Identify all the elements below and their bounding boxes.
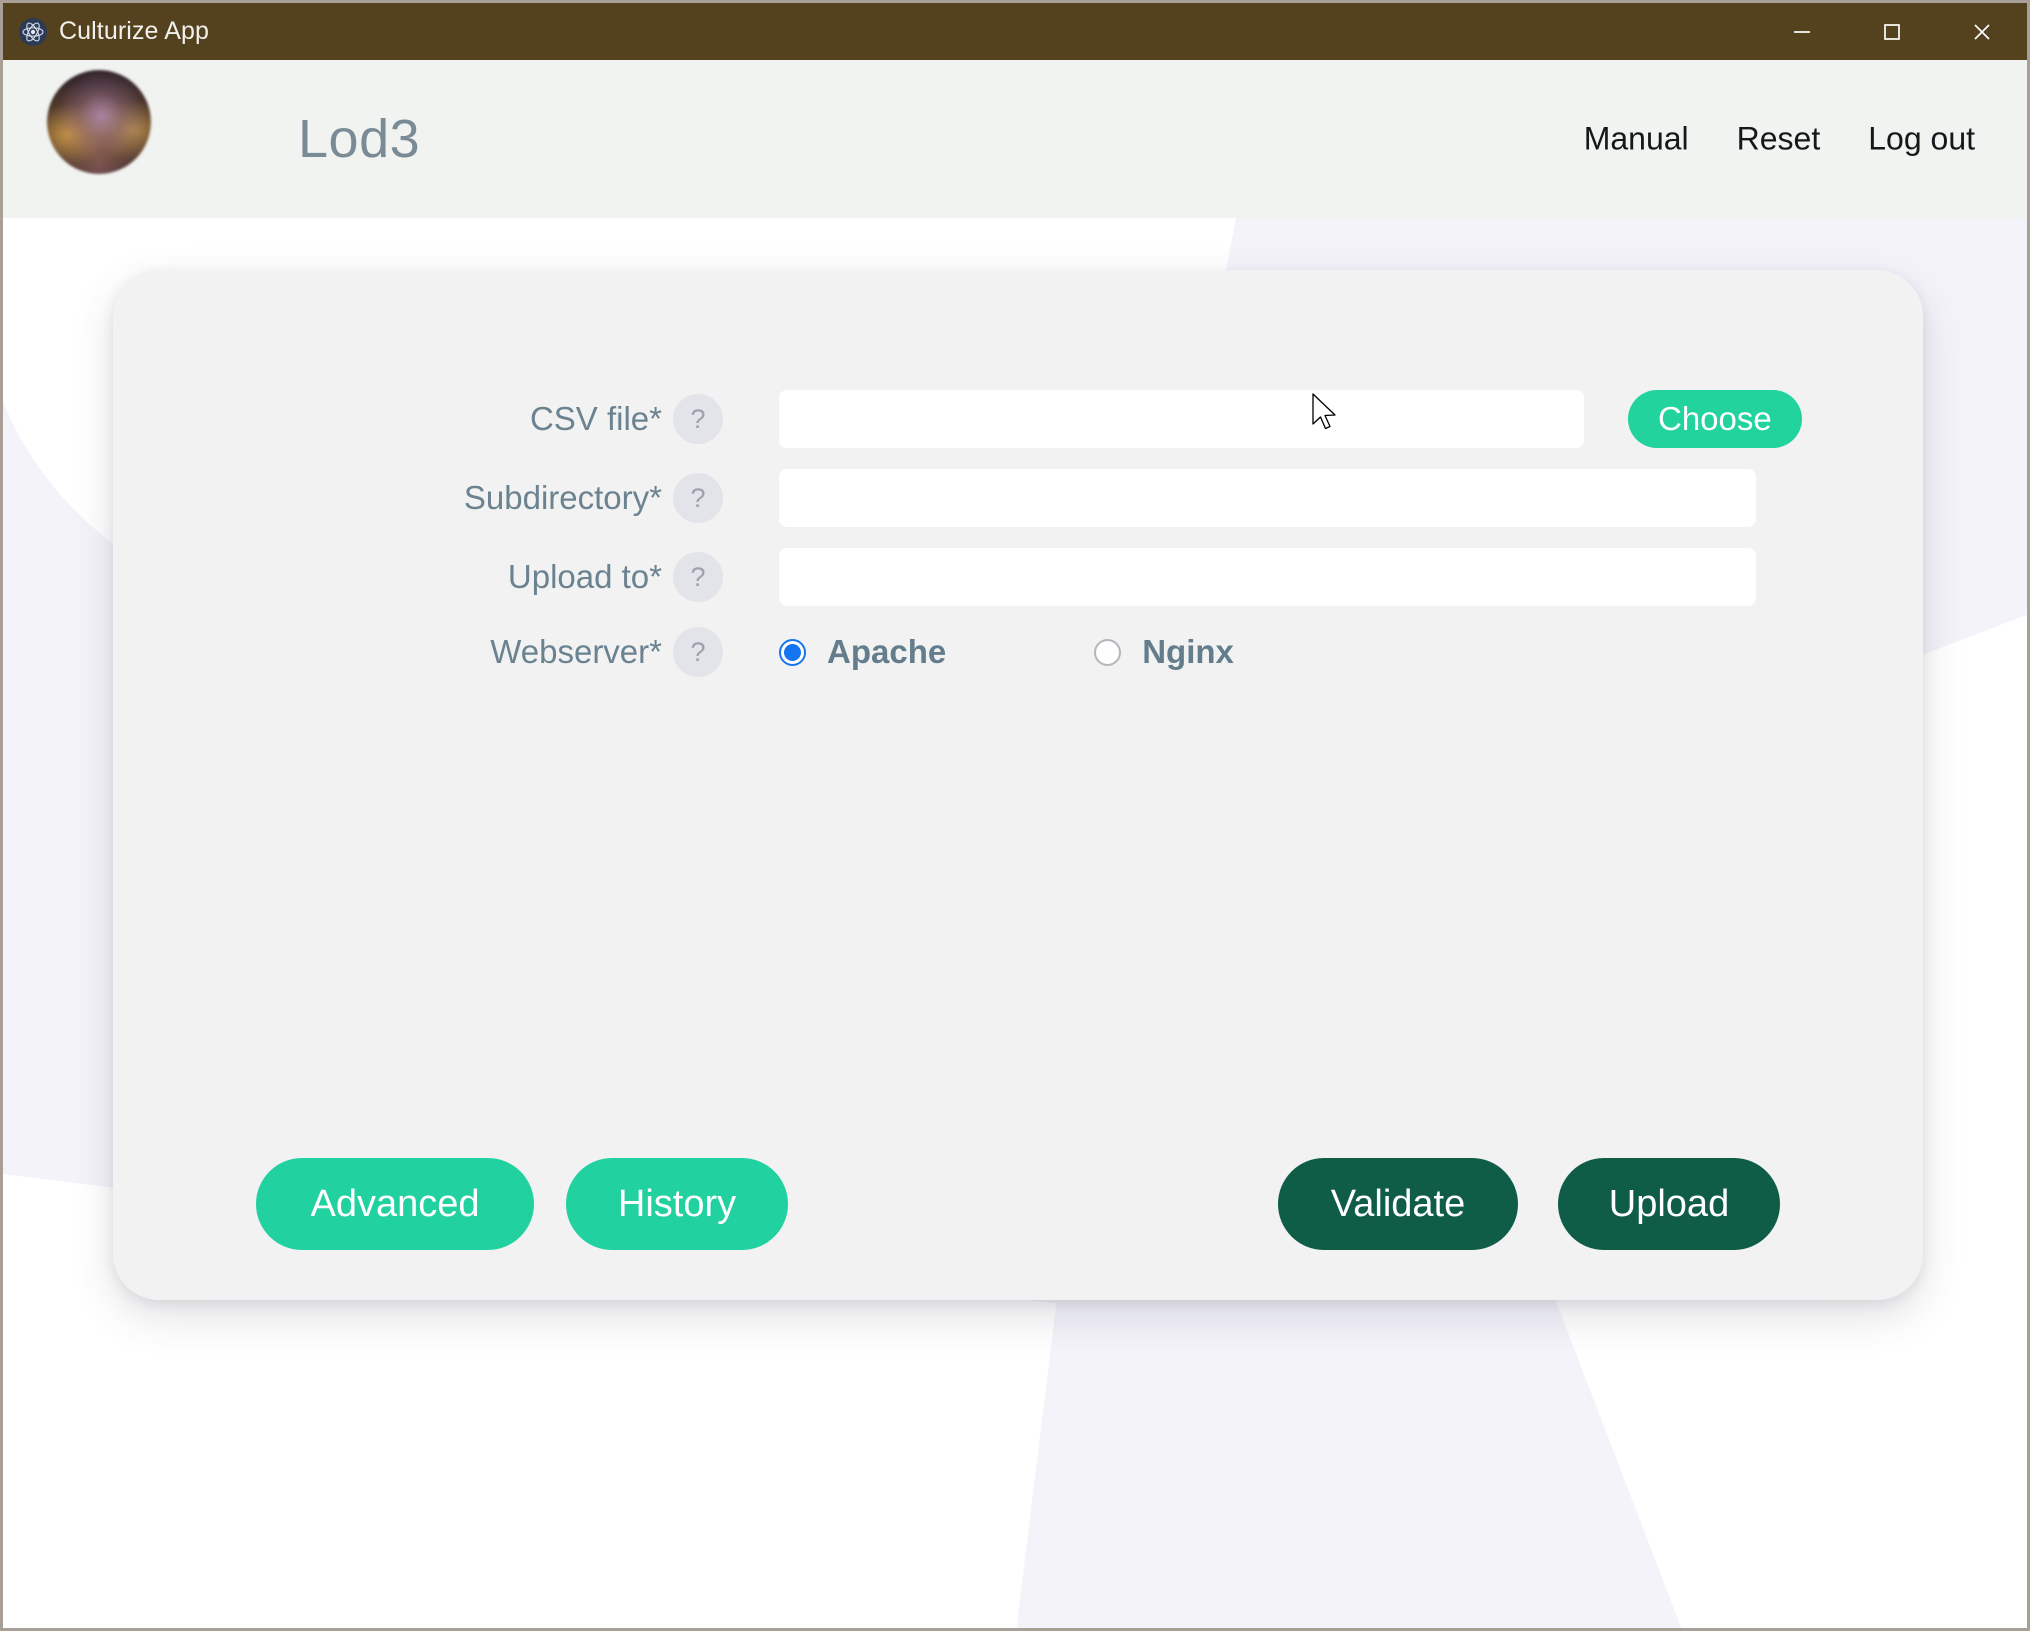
- nav-link-manual[interactable]: Manual: [1584, 121, 1689, 158]
- radio-option-apache[interactable]: Apache: [779, 633, 946, 671]
- validate-button[interactable]: Validate: [1278, 1158, 1518, 1250]
- help-icon-csv-file[interactable]: ?: [673, 394, 723, 444]
- application-window: Culturize App Lod3 Manual Reset Log out: [0, 0, 2030, 1631]
- upload-button[interactable]: Upload: [1558, 1158, 1780, 1250]
- app-title: Culturize App: [59, 17, 209, 45]
- page-title: Lod3: [298, 109, 421, 169]
- csv-file-label-wrap: CSV file* ?: [113, 394, 723, 444]
- header-nav: Manual Reset Log out: [1584, 121, 1975, 158]
- nav-link-logout[interactable]: Log out: [1868, 121, 1975, 158]
- nav-link-reset[interactable]: Reset: [1737, 121, 1821, 158]
- csv-file-label: CSV file*: [529, 400, 662, 437]
- subdirectory-label: Subdirectory*: [463, 479, 662, 516]
- maximize-icon[interactable]: [1847, 3, 1937, 60]
- title-bar-left: Culturize App: [3, 17, 209, 46]
- webserver-label: Webserver*: [490, 633, 662, 670]
- form-card: CSV file* ? Choose Subdirectory* ? Uploa…: [113, 270, 1923, 1300]
- app-header: Lod3 Manual Reset Log out: [3, 60, 2027, 218]
- form-row-webserver: Webserver* ? Apache Nginx: [113, 627, 1923, 677]
- subdirectory-input[interactable]: [779, 469, 1756, 527]
- radio-label-nginx: Nginx: [1142, 633, 1234, 670]
- page-body: CSV file* ? Choose Subdirectory* ? Uploa…: [3, 218, 2027, 1628]
- minimize-icon[interactable]: [1757, 3, 1847, 60]
- subdirectory-label-wrap: Subdirectory* ?: [113, 473, 723, 523]
- form-row-csv-file: CSV file* ? Choose: [113, 390, 1923, 448]
- avatar: [47, 70, 151, 174]
- upload-to-label: Upload to*: [507, 558, 662, 595]
- choose-button[interactable]: Choose: [1628, 390, 1802, 448]
- card-actions-right: Validate Upload: [1278, 1158, 1780, 1250]
- help-icon-upload-to[interactable]: ?: [673, 552, 723, 602]
- form-row-upload-to: Upload to* ?: [113, 548, 1923, 606]
- webserver-radio-group: Apache Nginx: [779, 633, 1234, 671]
- radio-dot-nginx[interactable]: [1094, 638, 1122, 666]
- upload-to-label-wrap: Upload to* ?: [113, 552, 723, 602]
- close-icon[interactable]: [1937, 3, 2027, 60]
- history-button[interactable]: History: [566, 1158, 788, 1250]
- title-bar: Culturize App: [3, 3, 2027, 60]
- radio-option-nginx[interactable]: Nginx: [1094, 633, 1234, 671]
- webserver-label-wrap: Webserver* ?: [113, 627, 723, 677]
- card-actions-left: Advanced History: [256, 1158, 788, 1250]
- form-row-subdirectory: Subdirectory* ?: [113, 469, 1923, 527]
- advanced-button[interactable]: Advanced: [256, 1158, 534, 1250]
- radio-label-apache: Apache: [827, 633, 947, 670]
- electron-atom-icon: [19, 17, 47, 46]
- help-icon-subdirectory[interactable]: ?: [673, 473, 723, 523]
- help-icon-webserver[interactable]: ?: [673, 627, 723, 677]
- radio-dot-apache[interactable]: [779, 638, 806, 666]
- csv-file-input[interactable]: [779, 390, 1584, 448]
- upload-to-input[interactable]: [779, 548, 1756, 606]
